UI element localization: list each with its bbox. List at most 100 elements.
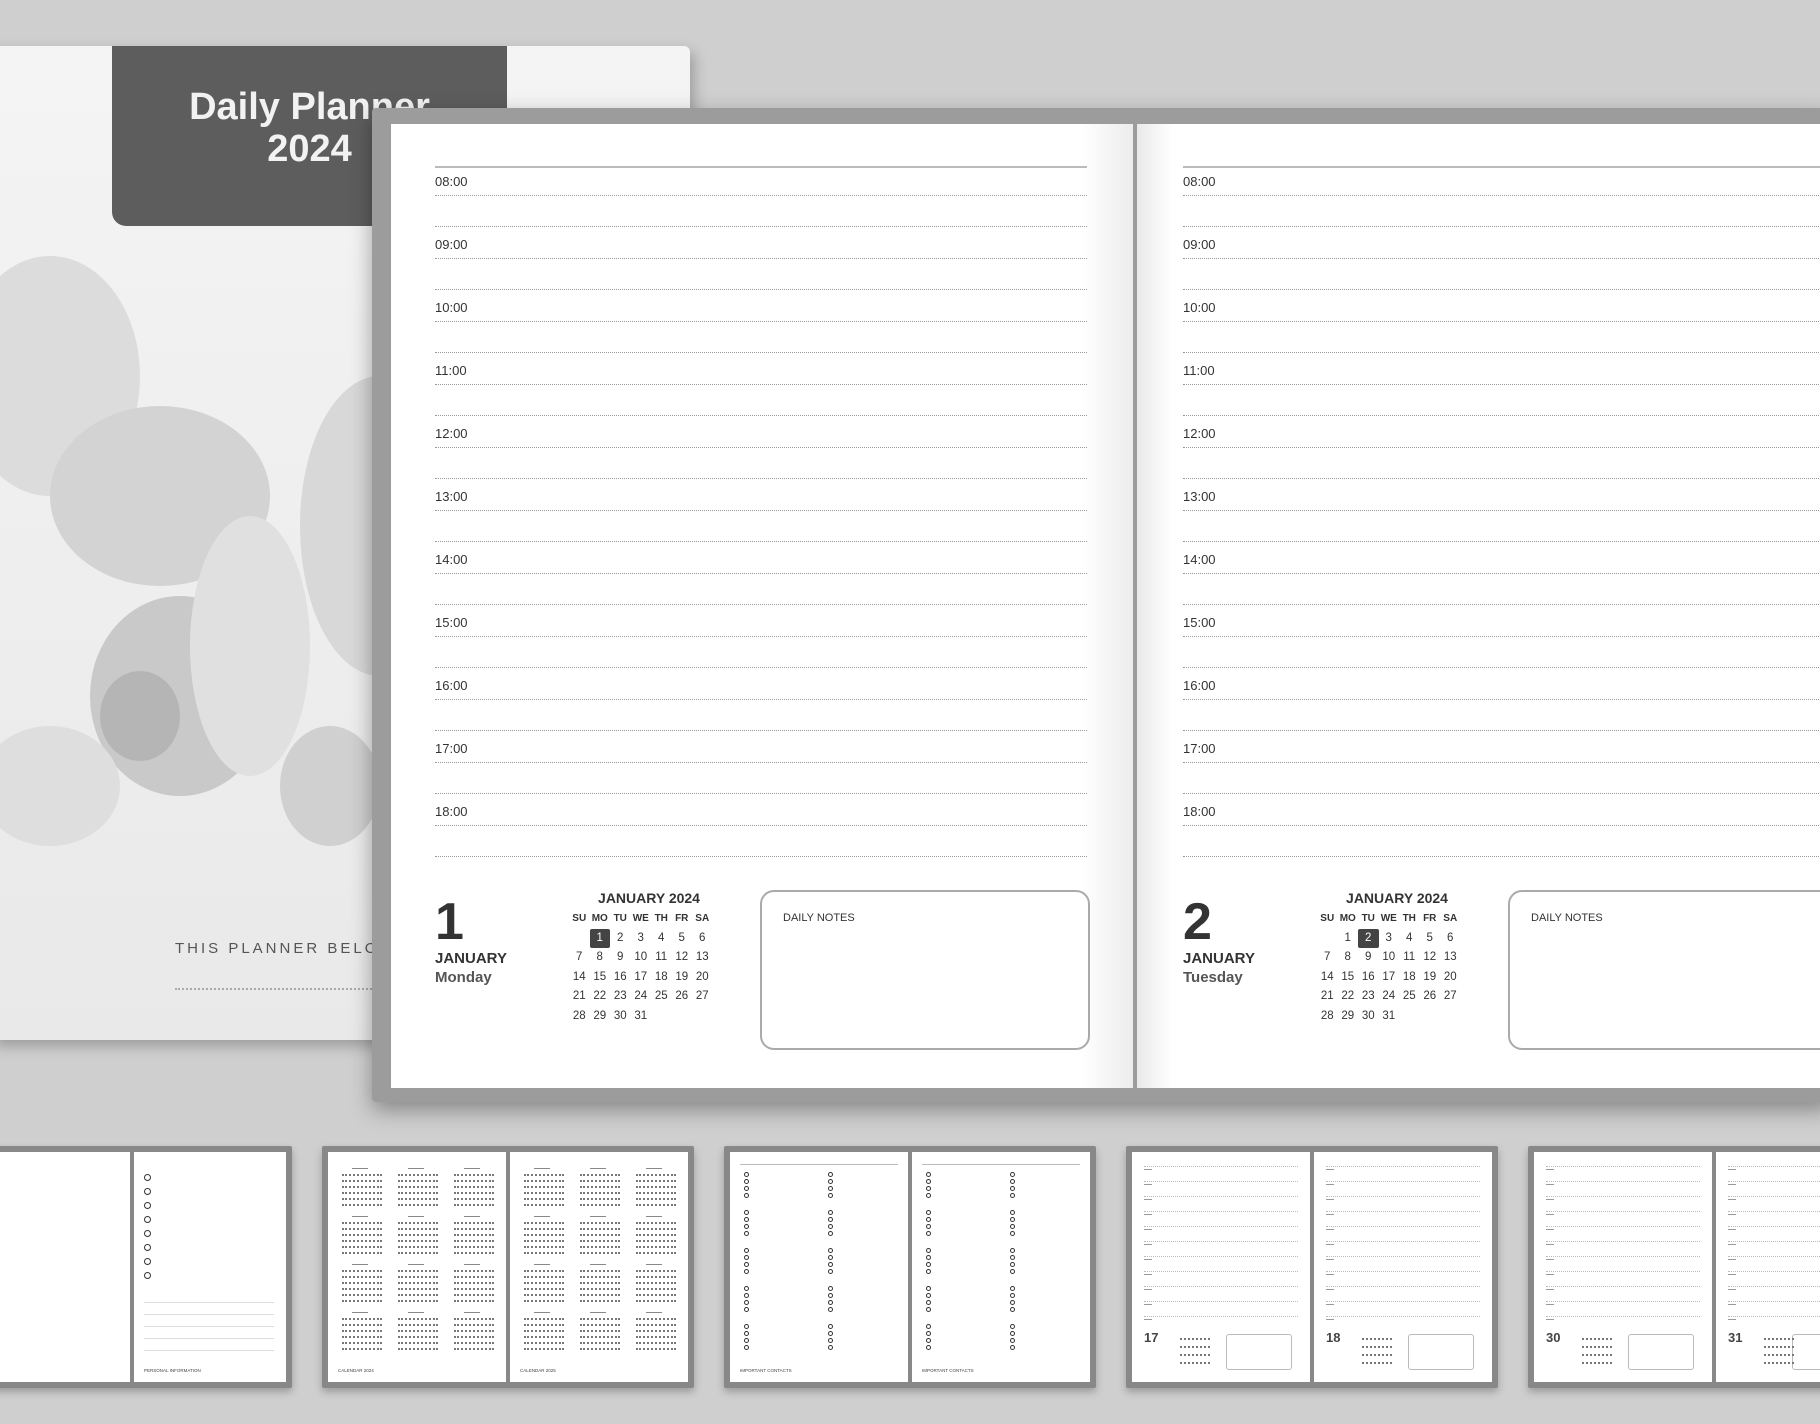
- schedule-line[interactable]: [435, 321, 1087, 322]
- schedule-line[interactable]: [435, 352, 1087, 353]
- calendar-day[interactable]: 5: [672, 929, 693, 949]
- schedule-line[interactable]: [1183, 667, 1820, 668]
- schedule-line[interactable]: [435, 793, 1087, 794]
- calendar-day[interactable]: 4: [1399, 929, 1420, 949]
- calendar-day[interactable]: 12: [1420, 948, 1441, 968]
- calendar-day[interactable]: 19: [1420, 968, 1441, 988]
- schedule-line[interactable]: [435, 604, 1087, 605]
- calendar-day[interactable]: 23: [610, 987, 631, 1007]
- calendar-day[interactable]: 8: [590, 948, 611, 968]
- schedule-line[interactable]: [1183, 636, 1820, 637]
- schedule-line[interactable]: [435, 510, 1087, 511]
- calendar-day[interactable]: 21: [569, 987, 590, 1007]
- calendar-day[interactable]: 29: [1338, 1007, 1359, 1027]
- schedule-line[interactable]: [1183, 478, 1820, 479]
- schedule-line[interactable]: [1183, 793, 1820, 794]
- schedule-line[interactable]: [1183, 289, 1820, 290]
- calendar-day[interactable]: 5: [1420, 929, 1441, 949]
- schedule-line[interactable]: [1183, 730, 1820, 731]
- schedule-line[interactable]: [435, 447, 1087, 448]
- calendar-day[interactable]: 29: [590, 1007, 611, 1027]
- calendar-day[interactable]: 24: [1379, 987, 1400, 1007]
- schedule-line[interactable]: [435, 699, 1087, 700]
- calendar-day[interactable]: 20: [1440, 968, 1461, 988]
- calendar-day[interactable]: 11: [651, 948, 672, 968]
- calendar-day[interactable]: 13: [692, 948, 713, 968]
- calendar-day[interactable]: 17: [631, 968, 652, 988]
- schedule-line[interactable]: [435, 478, 1087, 479]
- thumbnail-personal-info[interactable]: PERSONAL INFORMATION: [0, 1146, 292, 1388]
- schedule-line[interactable]: [1183, 856, 1820, 857]
- calendar-day[interactable]: 10: [1379, 948, 1400, 968]
- calendar-day[interactable]: 9: [610, 948, 631, 968]
- calendar-day[interactable]: 21: [1317, 987, 1338, 1007]
- schedule-line[interactable]: [1183, 510, 1820, 511]
- calendar-day[interactable]: 9: [1358, 948, 1379, 968]
- calendar-day[interactable]: 8: [1338, 948, 1359, 968]
- schedule-line[interactable]: [435, 415, 1087, 416]
- schedule-line[interactable]: [1183, 573, 1820, 574]
- calendar-day[interactable]: 28: [569, 1007, 590, 1027]
- calendar-day[interactable]: 11: [1399, 948, 1420, 968]
- calendar-day[interactable]: 24: [631, 987, 652, 1007]
- schedule-line[interactable]: [1183, 352, 1820, 353]
- schedule-line[interactable]: [435, 667, 1087, 668]
- schedule-line[interactable]: [1183, 384, 1820, 385]
- schedule-line[interactable]: [435, 636, 1087, 637]
- schedule-line[interactable]: [435, 195, 1087, 196]
- calendar-day[interactable]: 17: [1379, 968, 1400, 988]
- calendar-day[interactable]: 2: [610, 929, 631, 949]
- thumbnail-calendars[interactable]: CALENDAR 2024 CALENDAR 2025: [322, 1146, 694, 1388]
- thumbnail-daily-17-18[interactable]: 17 18: [1126, 1146, 1498, 1388]
- selected-day[interactable]: 1: [589, 928, 610, 948]
- calendar-day[interactable]: 13: [1440, 948, 1461, 968]
- calendar-day[interactable]: 25: [651, 987, 672, 1007]
- calendar-day[interactable]: 27: [692, 987, 713, 1007]
- calendar-day[interactable]: 14: [1317, 968, 1338, 988]
- calendar-day[interactable]: 15: [590, 968, 611, 988]
- calendar-day[interactable]: 20: [692, 968, 713, 988]
- calendar-day[interactable]: 22: [590, 987, 611, 1007]
- calendar-day[interactable]: 30: [610, 1007, 631, 1027]
- calendar-day[interactable]: 3: [1379, 929, 1400, 949]
- calendar-day[interactable]: 6: [1440, 929, 1461, 949]
- schedule-line[interactable]: [1183, 762, 1820, 763]
- calendar-day[interactable]: 28: [1317, 1007, 1338, 1027]
- calendar-day[interactable]: 16: [610, 968, 631, 988]
- calendar-day[interactable]: 7: [1317, 948, 1338, 968]
- calendar-day[interactable]: 7: [569, 948, 590, 968]
- calendar-day[interactable]: 25: [1399, 987, 1420, 1007]
- calendar-day[interactable]: 31: [1379, 1007, 1400, 1027]
- schedule-line[interactable]: [435, 573, 1087, 574]
- thumbnail-daily-30-31[interactable]: 30 31: [1528, 1146, 1820, 1388]
- calendar-day[interactable]: 19: [672, 968, 693, 988]
- schedule-line[interactable]: [1183, 604, 1820, 605]
- schedule-line[interactable]: [1183, 415, 1820, 416]
- schedule-line[interactable]: [1183, 541, 1820, 542]
- schedule-line[interactable]: [435, 856, 1087, 857]
- calendar-day[interactable]: 26: [1420, 987, 1441, 1007]
- calendar-day[interactable]: 31: [631, 1007, 652, 1027]
- schedule-line[interactable]: [1183, 195, 1820, 196]
- calendar-day[interactable]: 1: [1338, 929, 1359, 949]
- schedule-line[interactable]: [1183, 226, 1820, 227]
- calendar-day[interactable]: 27: [1440, 987, 1461, 1007]
- schedule-line[interactable]: [1183, 699, 1820, 700]
- calendar-day[interactable]: 10: [631, 948, 652, 968]
- calendar-day[interactable]: 3: [631, 929, 652, 949]
- calendar-day[interactable]: 30: [1358, 1007, 1379, 1027]
- schedule-line[interactable]: [435, 825, 1087, 826]
- selected-day[interactable]: 2: [1358, 928, 1379, 948]
- calendar-day[interactable]: 23: [1358, 987, 1379, 1007]
- schedule-line[interactable]: [435, 541, 1087, 542]
- calendar-day[interactable]: 26: [672, 987, 693, 1007]
- calendar-day[interactable]: 15: [1338, 968, 1359, 988]
- schedule-line[interactable]: [435, 762, 1087, 763]
- schedule-line[interactable]: [1183, 321, 1820, 322]
- calendar-day[interactable]: 14: [569, 968, 590, 988]
- schedule-line[interactable]: [1183, 825, 1820, 826]
- schedule-line[interactable]: [435, 384, 1087, 385]
- schedule-line[interactable]: [435, 730, 1087, 731]
- calendar-day[interactable]: 12: [672, 948, 693, 968]
- calendar-day[interactable]: 4: [651, 929, 672, 949]
